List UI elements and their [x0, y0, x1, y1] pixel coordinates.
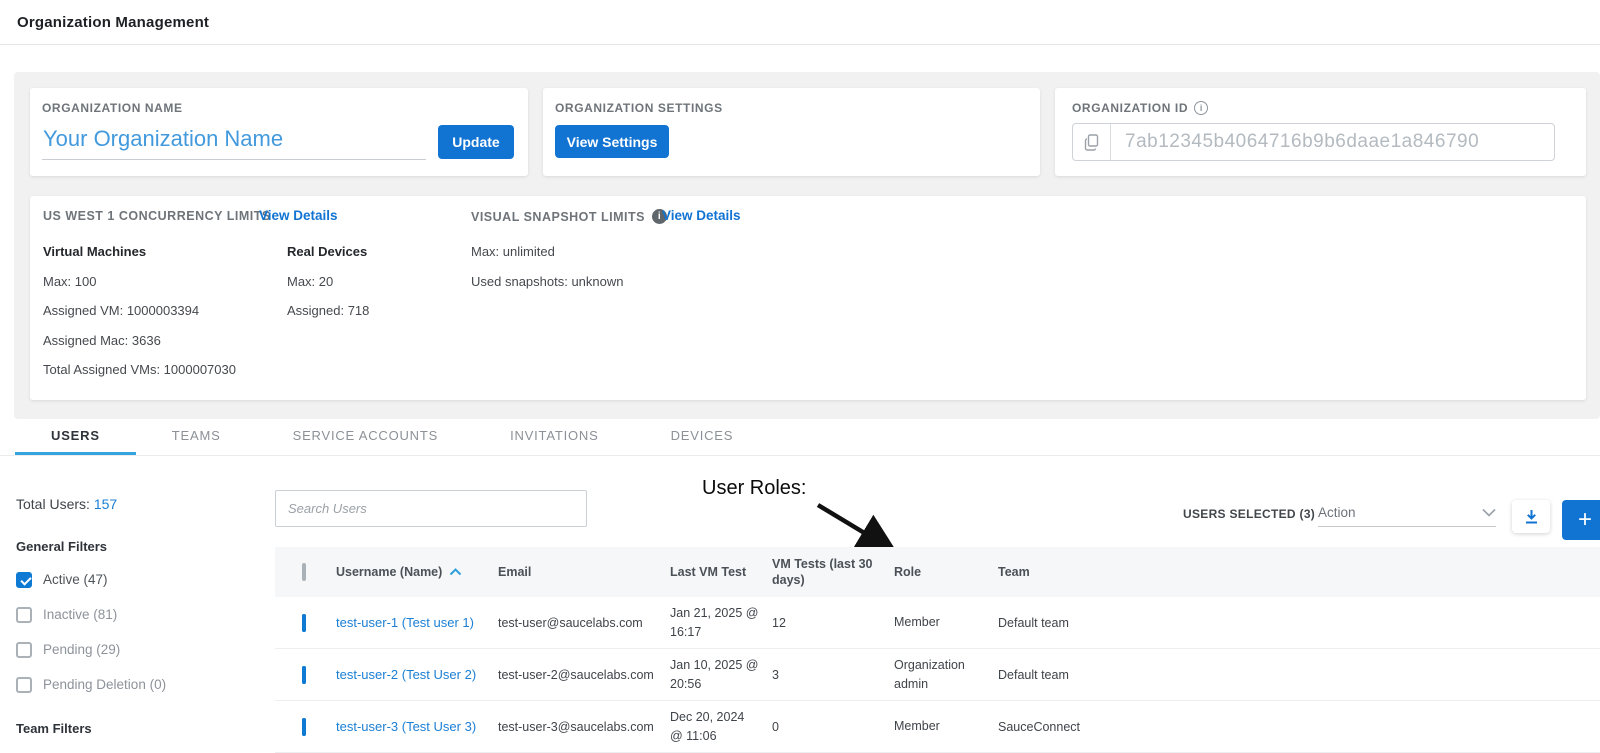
- vs-used: Used snapshots: unknown: [471, 274, 623, 289]
- vm-total-assigned: Total Assigned VMs: 1000007030: [43, 362, 236, 377]
- filter-active[interactable]: Active (47): [16, 570, 266, 589]
- page-title: Organization Management: [17, 14, 209, 31]
- view-settings-button[interactable]: View Settings: [555, 125, 669, 158]
- vm-assigned-mac: Assigned Mac: 3636: [43, 333, 236, 348]
- username-link[interactable]: test-user-2 (Test User 2): [336, 667, 498, 682]
- team-filters-title: Team Filters: [16, 721, 266, 736]
- download-icon: [1524, 509, 1539, 525]
- table-row: test-user-1 (Test user 1) test-user@sauc…: [275, 597, 1600, 649]
- user-roles-annotation: User Roles:: [702, 477, 806, 500]
- visual-snapshot-column: Max: unlimited Used snapshots: unknown: [471, 244, 623, 303]
- download-users-button[interactable]: [1512, 500, 1550, 533]
- checkbox[interactable]: [16, 572, 32, 588]
- username-link[interactable]: test-user-1 (Test user 1): [336, 615, 498, 630]
- team-cell: SauceConnect: [998, 720, 1600, 734]
- chevron-down-icon: [1482, 508, 1496, 517]
- organization-settings-label: ORGANIZATION SETTINGS: [555, 101, 1026, 115]
- organization-settings-card: ORGANIZATION SETTINGS View Settings: [543, 88, 1040, 176]
- role-cell: Member: [894, 613, 998, 631]
- total-users-count[interactable]: 157: [94, 496, 117, 512]
- copy-icon[interactable]: [1073, 124, 1111, 160]
- table-row: test-user-2 (Test User 2) test-user-2@sa…: [275, 649, 1600, 701]
- checkbox[interactable]: [16, 642, 32, 658]
- role-cell: Member: [894, 717, 998, 735]
- organization-id-card: ORGANIZATION ID i 7ab12345b4064716b9b6da…: [1055, 88, 1586, 176]
- virtual-machines-column: Virtual Machines Max: 100 Assigned VM: 1…: [43, 244, 236, 392]
- column-header-username[interactable]: Username (Name): [336, 564, 498, 580]
- organization-name-label: ORGANIZATION NAME: [42, 101, 514, 115]
- users-table: Username (Name) Email Last VM Test VM Te…: [275, 547, 1600, 753]
- organization-cards-row: ORGANIZATION NAME Your Organization Name…: [30, 88, 1586, 176]
- tab-users[interactable]: USERS: [15, 419, 136, 455]
- vm-tests-cell: 3: [772, 668, 894, 682]
- email-cell: test-user-3@saucelabs.com: [498, 720, 670, 734]
- checkbox[interactable]: [16, 677, 32, 693]
- limits-card: US WEST 1 CONCURRENCY LIMITS View Detail…: [30, 196, 1586, 400]
- last-vm-test-cell: Jan 21, 2025 @ 16:17: [670, 604, 772, 642]
- rd-assigned: Assigned: 718: [287, 303, 369, 318]
- organization-summary-panel: ORGANIZATION NAME Your Organization Name…: [14, 72, 1600, 419]
- sort-ascending-icon: [449, 568, 462, 576]
- vm-tests-cell: 0: [772, 720, 894, 734]
- tab-teams[interactable]: TEAMS: [136, 419, 257, 455]
- row-checkbox[interactable]: [302, 614, 306, 632]
- filters-sidebar: Total Users: 157 General Filters Active …: [16, 496, 266, 753]
- table-row: test-user-3 (Test User 3) test-user-3@sa…: [275, 701, 1600, 753]
- select-all-checkbox[interactable]: [302, 563, 306, 581]
- vs-max: Max: unlimited: [471, 244, 623, 259]
- general-filters-title: General Filters: [16, 539, 266, 554]
- checkbox[interactable]: [16, 607, 32, 623]
- organization-name-input[interactable]: Your Organization Name: [42, 124, 426, 160]
- email-cell: test-user@saucelabs.com: [498, 616, 670, 630]
- tab-service-accounts[interactable]: SERVICE ACCOUNTS: [257, 419, 474, 455]
- vm-max: Max: 100: [43, 274, 236, 289]
- info-icon[interactable]: i: [1194, 101, 1208, 115]
- vm-assigned: Assigned VM: 1000003394: [43, 303, 236, 318]
- last-vm-test-cell: Jan 10, 2025 @ 20:56: [670, 656, 772, 694]
- row-checkbox[interactable]: [302, 666, 306, 684]
- team-cell: Default team: [998, 668, 1600, 682]
- column-header-vm-tests[interactable]: VM Tests (last 30 days): [772, 556, 894, 589]
- organization-name-card: ORGANIZATION NAME Your Organization Name…: [30, 88, 528, 176]
- role-cell: Organization admin: [894, 656, 998, 692]
- tab-invitations[interactable]: INVITATIONS: [474, 419, 635, 455]
- total-users: Total Users: 157: [16, 496, 266, 512]
- organization-id-label: ORGANIZATION ID: [1072, 101, 1188, 115]
- email-cell: test-user-2@saucelabs.com: [498, 668, 670, 682]
- organization-management-page: Organization Management ORGANIZATION NAM…: [0, 0, 1600, 753]
- action-dropdown[interactable]: Action: [1318, 499, 1496, 527]
- visual-snapshot-view-details-link[interactable]: View Details: [662, 208, 741, 223]
- column-header-team[interactable]: Team: [998, 564, 1600, 580]
- organization-id-value[interactable]: 7ab12345b4064716b9b6daae1a846790: [1111, 124, 1554, 160]
- search-users-input[interactable]: [275, 490, 587, 527]
- team-cell: Default team: [998, 616, 1600, 630]
- filter-inactive[interactable]: Inactive (81): [16, 605, 266, 624]
- organization-id-field: 7ab12345b4064716b9b6daae1a846790: [1072, 123, 1555, 161]
- username-link[interactable]: test-user-3 (Test User 3): [336, 719, 498, 734]
- users-selected-label: USERS SELECTED (3): [1183, 507, 1315, 521]
- concurrency-limits-title: US WEST 1 CONCURRENCY LIMITS: [43, 209, 271, 223]
- top-bar: Organization Management: [0, 0, 1600, 45]
- vm-tests-cell: 12: [772, 616, 894, 630]
- real-devices-heading: Real Devices: [287, 244, 369, 259]
- visual-snapshot-limits-title: VISUAL SNAPSHOT LIMITS i: [471, 209, 667, 224]
- add-user-button[interactable]: +: [1562, 500, 1600, 540]
- table-header-row: Username (Name) Email Last VM Test VM Te…: [275, 547, 1600, 597]
- column-header-role[interactable]: Role: [894, 564, 998, 580]
- tab-bar: USERS TEAMS SERVICE ACCOUNTS INVITATIONS…: [0, 419, 1600, 456]
- real-devices-column: Real Devices Max: 20 Assigned: 718: [287, 244, 369, 333]
- tab-devices[interactable]: DEVICES: [635, 419, 770, 455]
- concurrency-view-details-link[interactable]: View Details: [259, 208, 338, 223]
- rd-max: Max: 20: [287, 274, 369, 289]
- column-header-last-vm-test[interactable]: Last VM Test: [670, 564, 772, 580]
- filter-pending-deletion[interactable]: Pending Deletion (0): [16, 675, 266, 694]
- virtual-machines-heading: Virtual Machines: [43, 244, 236, 259]
- row-checkbox[interactable]: [302, 718, 306, 736]
- update-button[interactable]: Update: [438, 125, 514, 159]
- filter-pending[interactable]: Pending (29): [16, 640, 266, 659]
- column-header-email[interactable]: Email: [498, 564, 670, 580]
- last-vm-test-cell: Dec 20, 2024 @ 11:06: [670, 708, 772, 746]
